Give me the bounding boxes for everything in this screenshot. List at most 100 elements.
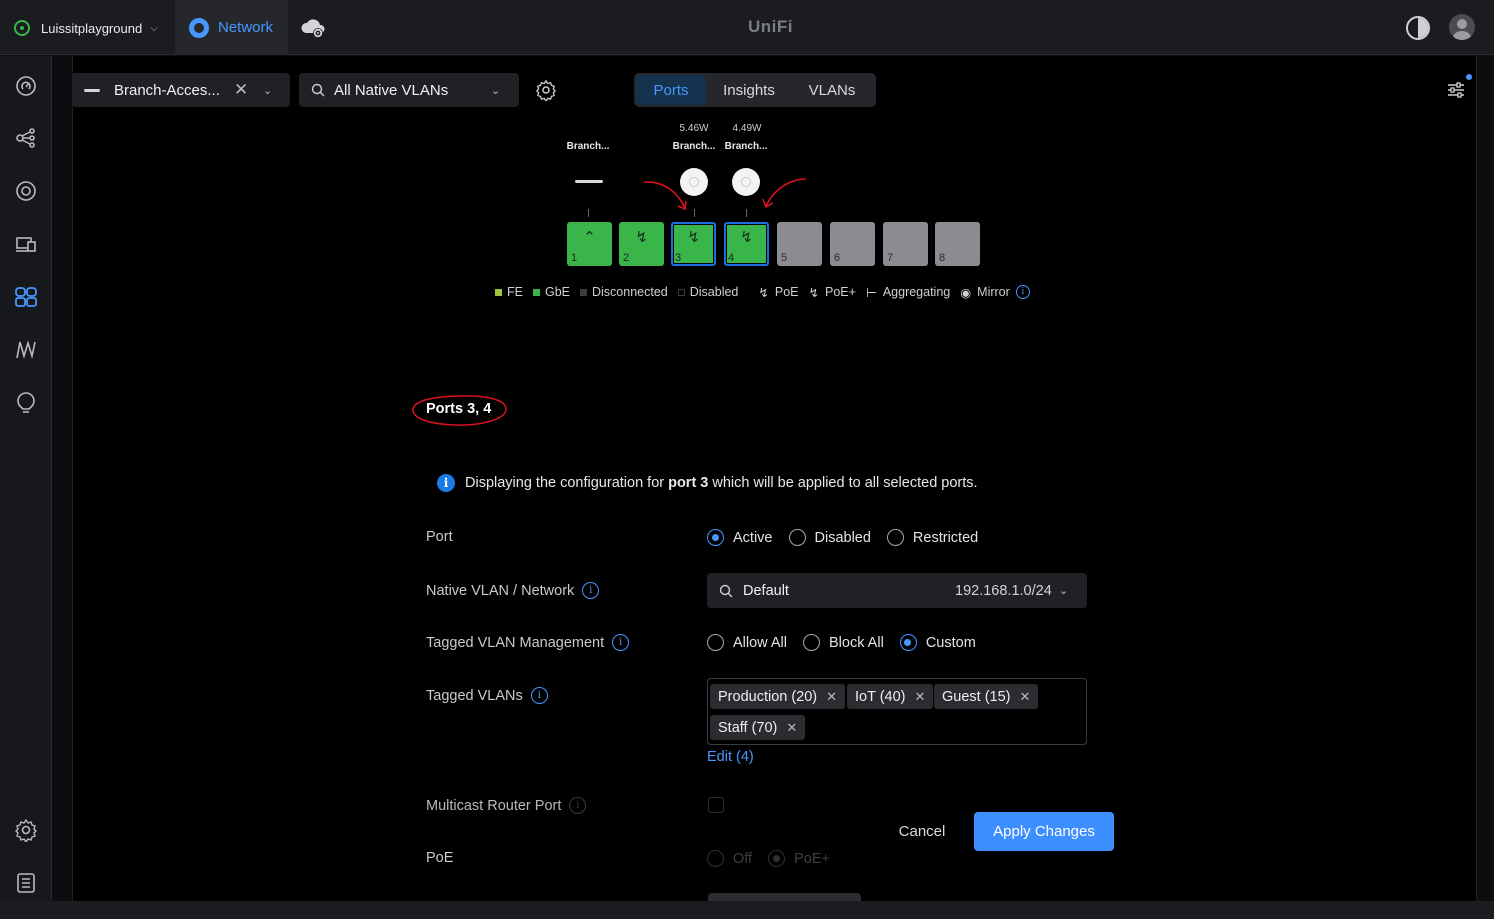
site-name: Luissitplayground: [41, 20, 143, 36]
cancel-button[interactable]: Cancel: [886, 812, 958, 850]
radio-poe-plus[interactable]: PoE+: [768, 850, 830, 867]
radio-disabled[interactable]: Disabled: [788, 529, 871, 546]
statistics-icon[interactable]: [14, 338, 38, 362]
switch-icon: [84, 88, 100, 92]
native-vlan-label: Native VLAN / Network i: [426, 582, 600, 599]
multicast-router-checkbox[interactable]: [708, 797, 724, 813]
radio-poe-off[interactable]: Off: [707, 850, 752, 867]
port-4-device-label[interactable]: Branch...: [716, 141, 776, 152]
tagged-vlans-input[interactable]: Production (20) ✕ IoT (40) ✕ Guest (15) ✕ S…: [707, 678, 1087, 745]
port-7[interactable]: 7: [883, 222, 928, 266]
port-number: 4: [728, 252, 735, 264]
site-status-icon: [14, 20, 30, 36]
port-number: 3: [675, 252, 682, 264]
gateway-device-icon[interactable]: [575, 180, 603, 183]
legend-poe-plus: ↯ PoE+: [808, 285, 856, 300]
link-line: [588, 209, 589, 217]
multicast-router-label: Multicast Router Port i: [426, 797, 587, 814]
topology-icon[interactable]: [14, 126, 38, 150]
remove-icon[interactable]: ✕: [915, 689, 926, 705]
network-app-icon: [189, 17, 209, 38]
native-vlan-select[interactable]: Default 192.168.1.0/24 ⌄: [707, 573, 1087, 608]
dashboard-icon[interactable]: [14, 74, 38, 98]
port-2[interactable]: ↯ 2: [619, 222, 664, 266]
device-selector[interactable]: Branch-Acces... ✕ ⌄: [72, 73, 290, 107]
chevron-down-icon[interactable]: ⌄: [263, 84, 272, 97]
native-vlan-value: Default: [743, 582, 789, 599]
info-icon[interactable]: i: [1015, 285, 1030, 299]
legend-mirror: ◉ Mirror i: [960, 285, 1030, 300]
vlan-chip: Production (20) ✕: [710, 684, 846, 709]
port-3-device-label[interactable]: Branch...: [664, 141, 724, 152]
clients-icon[interactable]: [14, 232, 38, 256]
remove-icon[interactable]: ✕: [1020, 689, 1031, 705]
apply-changes-button[interactable]: Apply Changes: [974, 812, 1114, 851]
radio-block-all[interactable]: Block All: [803, 634, 884, 651]
poe-label: PoE: [426, 850, 454, 866]
search-icon: [311, 83, 325, 97]
info-text-suffix: which will be applied to all selected po…: [712, 475, 978, 491]
remove-icon[interactable]: ✕: [786, 720, 797, 736]
info-icon[interactable]: i: [569, 797, 587, 814]
tab-insights[interactable]: Insights: [706, 75, 792, 105]
port-1[interactable]: ⌃ 1: [567, 222, 612, 266]
radio-active[interactable]: Active: [707, 529, 773, 546]
port-state-radios: Active Disabled Restricted: [707, 529, 994, 546]
port-3[interactable]: ↯ 3: [671, 222, 716, 266]
port-4-power: 4.49W: [732, 123, 762, 134]
poe-icon: ↯: [758, 285, 769, 300]
devices-icon[interactable]: [14, 179, 38, 203]
poe-plus-icon: ↯: [740, 229, 753, 246]
tagged-vlans-label: Tagged VLANs i: [426, 687, 548, 704]
poe-plus-icon: ↯: [687, 229, 700, 246]
port-number: 5: [781, 252, 788, 264]
close-icon[interactable]: ✕: [234, 80, 248, 100]
info-text: Displaying the configuration for: [465, 475, 665, 491]
legend-fe: FE: [495, 285, 523, 299]
ports-manager-icon[interactable]: [14, 285, 38, 309]
network-app-label: Network: [218, 19, 274, 36]
logs-icon[interactable]: [14, 871, 38, 895]
info-icon[interactable]: i: [612, 634, 630, 651]
port-8[interactable]: 8: [935, 222, 980, 266]
vlan-filter-value: All Native VLANs: [334, 81, 449, 99]
legend-disconnected: Disconnected: [580, 285, 668, 299]
radio-custom[interactable]: Custom: [899, 634, 976, 651]
native-vlan-subnet: 192.168.1.0/24: [955, 582, 1052, 599]
network-app-tab[interactable]: Network: [175, 0, 288, 55]
port-number: 6: [834, 252, 841, 264]
remove-icon[interactable]: ✕: [826, 689, 837, 705]
annotation-circle: [412, 395, 507, 426]
cloud-gear-icon[interactable]: [300, 16, 326, 40]
port-5[interactable]: 5: [777, 222, 822, 266]
port-6[interactable]: 6: [830, 222, 875, 266]
port-label: Port: [426, 529, 453, 545]
filter-settings-icon[interactable]: [1444, 74, 1472, 102]
port-legend: FE GbE Disconnected Disabled ↯ PoE ↯ PoE+ …: [495, 284, 1040, 300]
info-icon: i: [437, 474, 455, 492]
tab-ports[interactable]: Ports: [636, 75, 706, 105]
port-1-device-label[interactable]: Branch...: [558, 141, 618, 152]
gear-icon[interactable]: [535, 79, 557, 101]
radio-allow-all[interactable]: Allow All: [707, 634, 787, 651]
port-number: 8: [939, 252, 946, 264]
theme-toggle-icon[interactable]: [1406, 16, 1430, 40]
port-number: 1: [571, 252, 578, 264]
info-icon[interactable]: i: [582, 582, 600, 599]
avatar[interactable]: [1449, 14, 1475, 40]
port-number: 7: [887, 252, 894, 264]
site-switcher[interactable]: Luissitplayground ⌵: [14, 18, 158, 38]
vlan-filter-select[interactable]: All Native VLANs ⌄: [299, 73, 519, 107]
tab-vlans[interactable]: VLANs: [792, 75, 872, 105]
edit-vlans-link[interactable]: Edit (4): [707, 749, 754, 765]
search-icon: [719, 584, 733, 597]
alerts-icon[interactable]: [14, 390, 38, 414]
top-bar: Luissitplayground ⌵ Network UniFi: [0, 0, 1494, 55]
unifi-logo: UniFi: [748, 17, 793, 36]
poe-plus-icon: ↯: [635, 229, 648, 246]
radio-restricted[interactable]: Restricted: [886, 529, 978, 546]
settings-icon[interactable]: [14, 818, 38, 844]
sidebar: [0, 56, 52, 919]
info-icon[interactable]: i: [530, 687, 548, 704]
port-4[interactable]: ↯ 4: [724, 222, 769, 266]
